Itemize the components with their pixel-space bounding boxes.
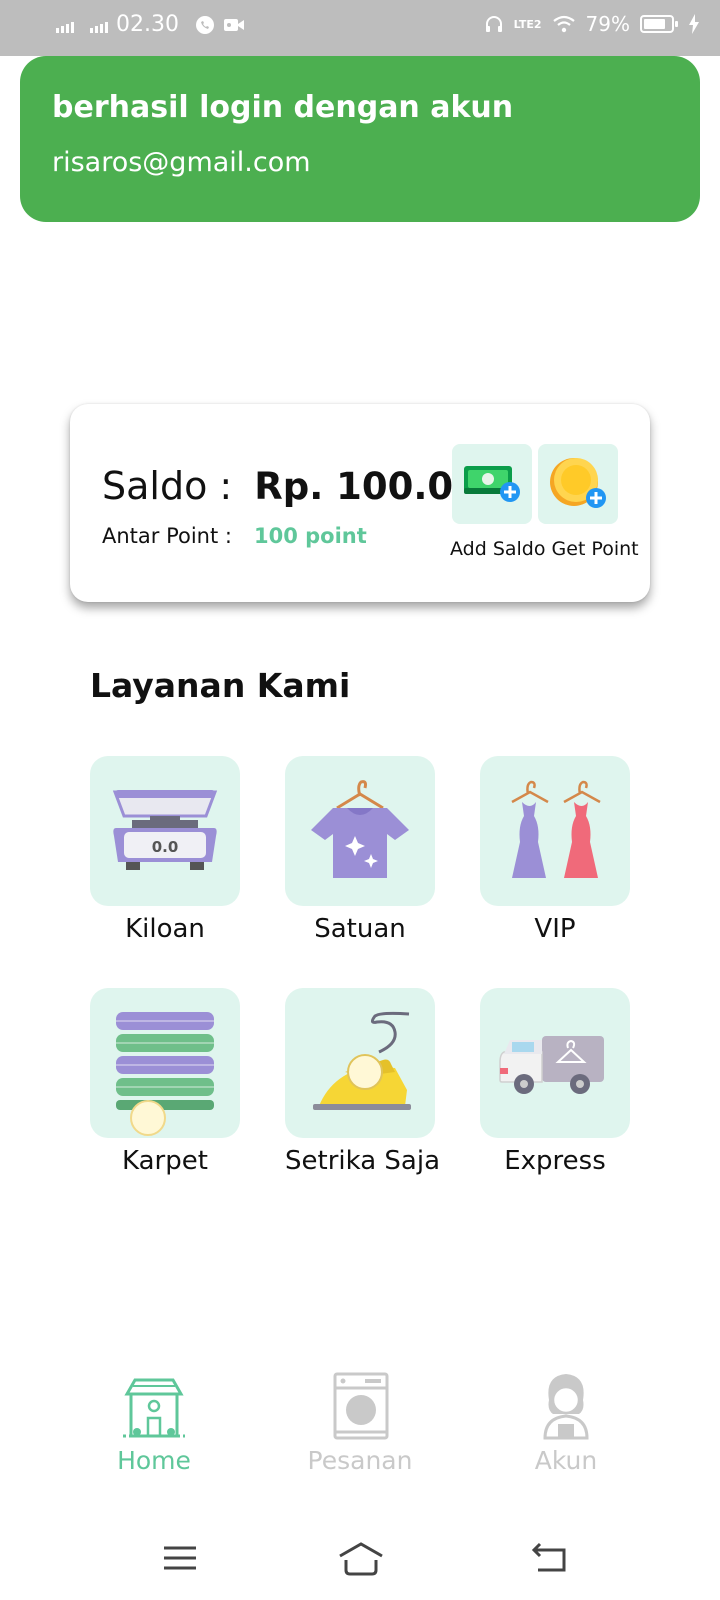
service-express[interactable]: Express [480, 988, 630, 1176]
network-type: LTE2 [513, 17, 542, 31]
washing-machine-icon [333, 1372, 389, 1440]
scale-reading: 0.0 [152, 838, 179, 856]
home-icon [123, 1378, 185, 1438]
service-label: VIP [534, 914, 576, 944]
wifi-icon [552, 15, 575, 33]
nav-pesanan[interactable]: Pesanan [280, 1370, 440, 1475]
action-labels: Add Saldo Get Point [450, 538, 639, 560]
service-vip[interactable]: VIP [480, 756, 630, 944]
services-title: Layanan Kami [90, 666, 351, 705]
coin-add-icon [550, 458, 606, 508]
toast-email: risaros@gmail.com [52, 147, 311, 178]
video-call-icon [223, 18, 244, 31]
dresses-icon [511, 780, 601, 878]
nav-pesanan-label: Pesanan [307, 1446, 413, 1475]
toast-title: berhasil login dengan akun [52, 90, 514, 125]
back-icon[interactable] [530, 1538, 570, 1578]
point-label: Antar Point : [102, 524, 232, 548]
signal-sim1-icon [56, 17, 74, 33]
add-saldo-button[interactable] [452, 444, 532, 524]
login-toast: berhasil login dengan akun risaros@gmail… [20, 56, 700, 222]
nav-akun[interactable]: Akun [486, 1370, 646, 1475]
user-avatar-icon [543, 1374, 589, 1440]
iron-icon [313, 1011, 411, 1110]
nav-home[interactable]: Home [74, 1370, 234, 1475]
home-button-icon[interactable] [336, 1538, 386, 1578]
get-point-button[interactable] [538, 444, 618, 524]
nav-akun-label: Akun [534, 1446, 598, 1475]
charging-icon [689, 14, 699, 34]
battery-icon [640, 15, 678, 33]
service-label: Setrika Saja [285, 1146, 440, 1176]
service-label: Kiloan [125, 914, 205, 944]
tshirt-hanger-icon [311, 780, 409, 878]
nav-home-label: Home [117, 1446, 191, 1475]
scale-icon: 0.0 [112, 790, 218, 870]
service-karpet[interactable]: Karpet [90, 988, 240, 1176]
system-navigation-bar [0, 1520, 720, 1600]
whatsapp-icon [195, 15, 214, 34]
balance-card: Saldo : Rp. 100.000 Antar Point : 100 po… [70, 404, 650, 602]
delivery-truck-icon [499, 1036, 604, 1094]
saldo-label: Saldo : [102, 464, 233, 508]
menu-icon[interactable] [160, 1538, 200, 1578]
carpet-stack-icon [116, 1012, 214, 1136]
status-time: 02.30 [116, 12, 179, 37]
money-add-icon [464, 466, 520, 502]
service-label: Express [504, 1146, 606, 1176]
service-label: Karpet [122, 1146, 208, 1176]
service-label: Satuan [314, 914, 406, 944]
signal-sim2-icon [90, 17, 108, 33]
service-satuan[interactable]: Satuan [285, 756, 435, 944]
service-setrika[interactable]: Setrika Saja [285, 988, 440, 1176]
service-kiloan[interactable]: 0.0 Kiloan [90, 756, 240, 944]
status-bar: 02.30 LTE2 79% [0, 0, 720, 56]
point-value: 100 point [253, 524, 367, 548]
headphones-icon [485, 16, 502, 32]
bottom-navigation: Home Pesanan Akun [0, 1370, 720, 1490]
battery-percent: 79% [585, 12, 630, 36]
